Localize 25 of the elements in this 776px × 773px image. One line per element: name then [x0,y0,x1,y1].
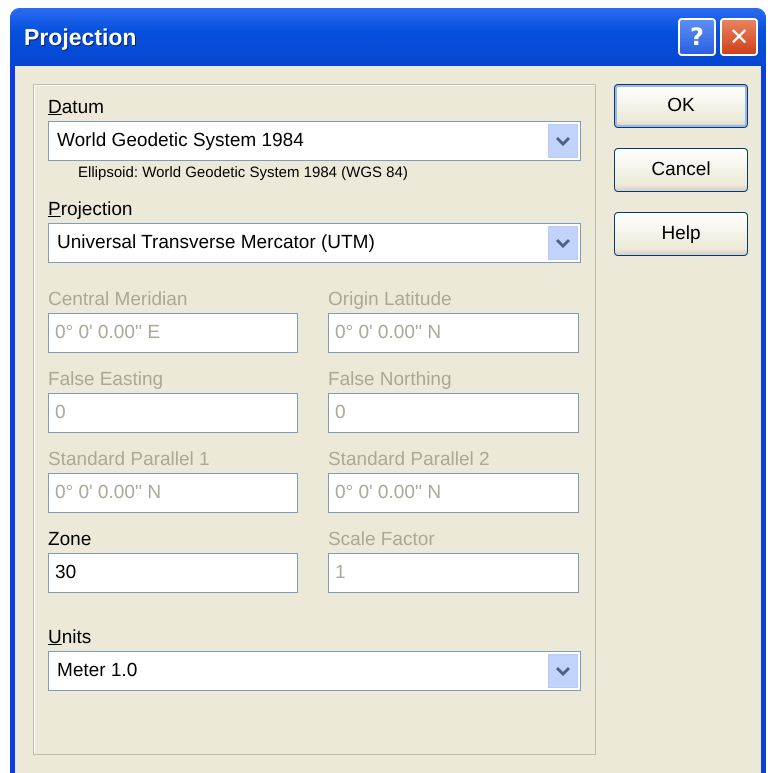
window-title: Projection [24,24,136,50]
dropdown-arrow-icon[interactable] [548,226,578,260]
field-label: Origin Latitude [328,289,453,311]
field-label: Projection [48,199,134,221]
field-label: Zone [48,529,92,551]
dialog-button[interactable]: Cancel [614,148,748,192]
field-label: False Northing [328,369,453,391]
dialog-button[interactable]: Help [614,212,748,256]
field-label: Standard Parallel 1 [48,449,211,471]
datum-dropdown[interactable]: World Geodetic System 1984 [48,121,581,161]
field-label: False Easting [48,369,164,391]
dropdown-arrow-icon[interactable] [548,654,578,688]
field-label: Scale Factor [328,529,436,551]
input-field[interactable]: 30 [48,553,298,593]
ellipsoid-note: Ellipsoid: World Geodetic System 1984 (WGS 84) [78,164,409,181]
dropdown-arrow-icon[interactable] [548,124,578,158]
projection-dropdown[interactable]: Universal Transverse Mercator (UTM) [48,223,581,263]
dialog-button[interactable]: OK [614,84,748,128]
field-label: Central Meridian [48,289,188,311]
units-dropdown[interactable]: Meter 1.0 [48,651,581,691]
field-label: Standard Parallel 2 [328,449,491,471]
field-label: Datum [48,97,105,119]
field-label: Units [48,627,92,649]
close-button[interactable]: ✕ [720,18,758,56]
help-button[interactable]: ? [678,18,716,56]
